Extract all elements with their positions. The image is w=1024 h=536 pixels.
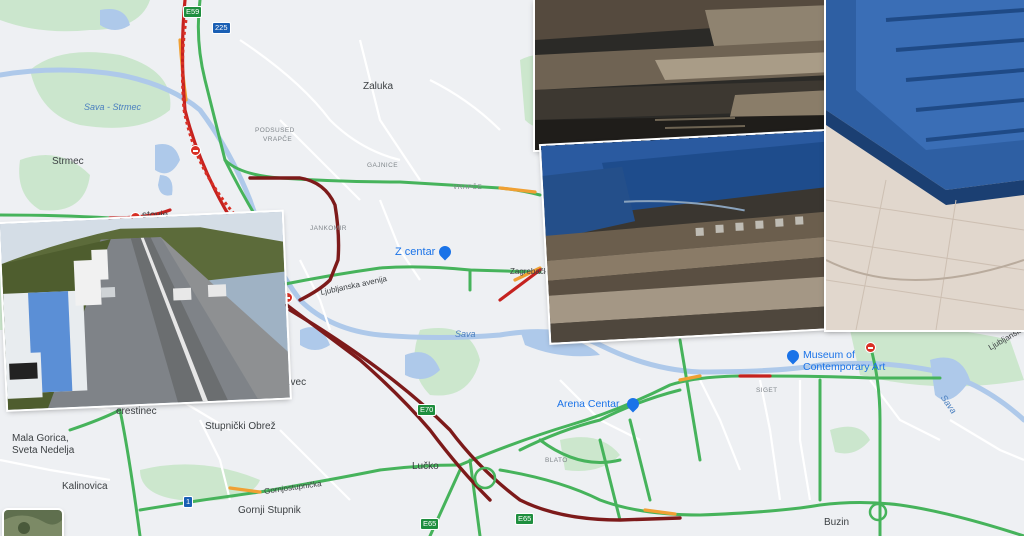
road-label-zagrebacka: Zagrebačka bbox=[510, 267, 553, 276]
route-shield-e65: E65 bbox=[420, 518, 440, 530]
district-label-podsused: PODSUSED bbox=[255, 127, 295, 134]
highway-traffic-photo bbox=[0, 211, 290, 410]
district-label-vrapce-2: VRAPČE bbox=[453, 184, 483, 191]
place-label-mala-gorica: Mala Gorica, bbox=[12, 433, 69, 444]
river-label-sava: Sava bbox=[455, 329, 476, 339]
route-shield-e65-2: E65 bbox=[515, 513, 535, 525]
district-label-vrapce: VRAPČE bbox=[263, 136, 293, 143]
route-shield-e70: E70 bbox=[417, 404, 437, 416]
place-label-lucko: Lučko bbox=[412, 461, 439, 472]
place-label-zaluka: Zaluka bbox=[363, 81, 394, 92]
map-collage: Zaluka Strmec Stupnički Obrež Mala Goric… bbox=[0, 0, 1024, 536]
place-label-buzin: Buzin bbox=[824, 517, 850, 528]
bridge-structure-photo-3 bbox=[826, 0, 1024, 330]
bridge-structure-photo-1 bbox=[535, 0, 832, 150]
poi-label-museum-line2[interactable]: Contemporary Art bbox=[803, 362, 885, 373]
bridge-structure-photo-2 bbox=[541, 130, 849, 343]
district-label-blato: BLATO bbox=[545, 457, 568, 464]
place-label-erestinec-fragment: erestinec bbox=[116, 406, 157, 417]
river-label-sava-strmec: Sava - Strmec bbox=[84, 102, 142, 112]
place-label-sveta-nedelja: Sveta Nedelja bbox=[12, 445, 75, 456]
route-shield-e59: E59 bbox=[183, 6, 203, 18]
route-shield-225: 225 bbox=[212, 22, 231, 34]
district-label-siget: SIGET bbox=[756, 387, 778, 394]
district-label-gajnice: GAJNICE bbox=[367, 162, 398, 169]
place-label-gornji-stupnik: Gornji Stupnik bbox=[238, 505, 301, 516]
poi-label-museum-line1[interactable]: Museum of bbox=[803, 350, 855, 361]
road-closure-icon bbox=[865, 342, 876, 353]
poi-label-z-centar[interactable]: Z centar bbox=[395, 247, 435, 258]
district-label-jankomir: JANKOMIR bbox=[310, 225, 347, 232]
place-label-kalinovica: Kalinovica bbox=[62, 481, 108, 492]
poi-label-arena-centar[interactable]: Arena Centar bbox=[557, 399, 619, 410]
map-thumbnail[interactable] bbox=[4, 510, 62, 536]
route-shield-1: 1 bbox=[183, 496, 194, 508]
place-label-strmec: Strmec bbox=[52, 156, 84, 167]
place-label-stupnicki-obrez: Stupnički Obrež bbox=[205, 421, 276, 432]
road-closure-icon bbox=[190, 145, 201, 156]
